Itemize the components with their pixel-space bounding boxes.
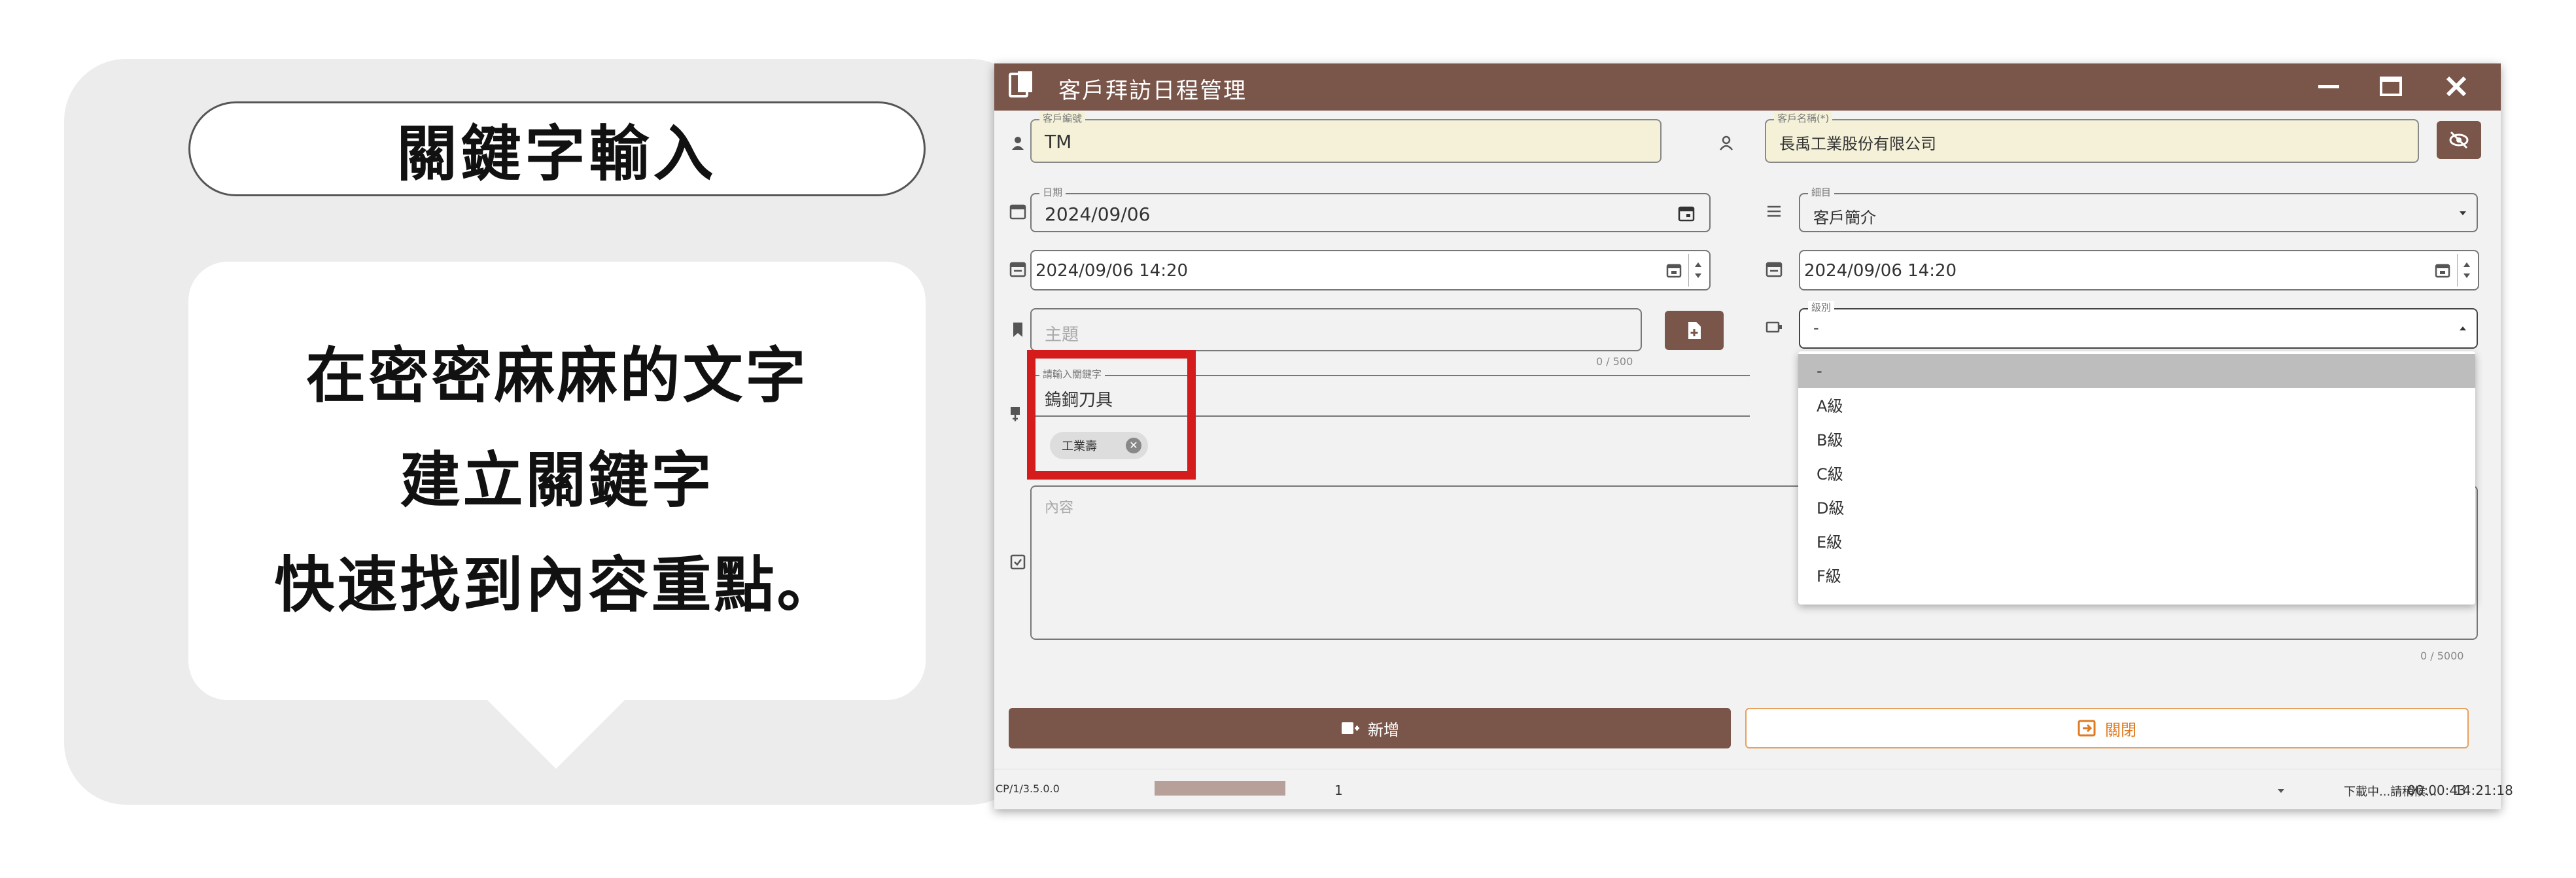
chevron-up-icon xyxy=(2460,326,2466,330)
close-button[interactable]: 關閉 xyxy=(1745,708,2469,748)
dropdown-option[interactable]: F級 xyxy=(1798,559,2475,593)
chevron-down-icon[interactable] xyxy=(2276,788,2286,794)
category-label: 細目 xyxy=(1808,186,1835,199)
maximize-button[interactable] xyxy=(2371,70,2411,103)
customer-code-value: TM xyxy=(1045,131,1072,152)
window-title: 客戶拜訪日程管理 xyxy=(1058,78,1247,104)
add-button[interactable]: 新增 xyxy=(1009,708,1731,748)
subject-template-button[interactable] xyxy=(1665,311,1724,350)
calendar-clock-icon[interactable] xyxy=(2435,263,2452,279)
subject-placeholder: 主題 xyxy=(1045,325,1079,345)
customer-name-label: 客戶名稱(*) xyxy=(1774,112,1833,125)
add-event-icon xyxy=(1342,722,1359,734)
end-datetime-value: 2024/09/06 14:20 xyxy=(1804,261,1957,281)
category-value: 客戶簡介 xyxy=(1813,209,1876,227)
category-select[interactable]: 細目 客戶簡介 xyxy=(1799,186,2478,232)
dropdown-option[interactable]: D級 xyxy=(1798,491,2475,525)
date-value: 2024/09/06 xyxy=(1045,203,1151,225)
calendar-picker-icon[interactable] xyxy=(1678,205,1695,222)
event-end-icon xyxy=(1766,262,1783,277)
end-datetime-field[interactable]: 2024/09/06 14:20 xyxy=(1799,250,2479,290)
list-icon xyxy=(1767,205,1781,217)
promo-title: 關鍵字輸入 xyxy=(188,101,926,196)
page-number: 1 xyxy=(1334,782,1343,798)
date-label: 日期 xyxy=(1039,186,1066,199)
calendar-clock-icon[interactable] xyxy=(1666,263,1683,279)
level-select[interactable]: 級別 - xyxy=(1799,301,2478,349)
close-window-button[interactable] xyxy=(2437,70,2476,103)
customer-code-field[interactable]: 客戶編號 TM xyxy=(1030,112,1662,163)
chevron-down-icon xyxy=(2460,211,2466,215)
event-icon xyxy=(1009,262,1026,277)
datetime-spinner[interactable] xyxy=(2457,254,2475,287)
dropdown-option[interactable]: E級 xyxy=(1798,525,2475,559)
speech-bubble: 在密密麻麻的文字 建立關鍵字 快速找到內容重點。 xyxy=(188,262,926,700)
spinner-arrows-icon xyxy=(2463,262,2470,278)
progress-bar xyxy=(1155,781,1285,796)
minimize-button[interactable] xyxy=(2309,70,2348,103)
start-datetime-value: 2024/09/06 14:20 xyxy=(1036,261,1189,281)
app-window: 客戶拜訪日程管理 客戶編號 TM 客戶名稱(*) 長禹工業股份有限公司 日期 2… xyxy=(994,63,2513,809)
speech-bubble-tail xyxy=(484,697,628,769)
content-placeholder: 內容 xyxy=(1045,500,1074,516)
clipboard-check-icon xyxy=(1010,554,1026,570)
eye-off-icon xyxy=(2449,131,2469,149)
person-icon xyxy=(1012,137,1024,150)
hide-visibility-button[interactable] xyxy=(2437,121,2481,159)
bubble-line-2: 建立關鍵字 xyxy=(400,446,714,516)
dropdown-option[interactable]: C級 xyxy=(1798,457,2475,491)
document-icon xyxy=(1009,71,1032,97)
level-value: - xyxy=(1813,319,1819,337)
bubble-line-1: 在密密麻麻的文字 xyxy=(305,341,809,411)
title-bar: 客戶拜訪日程管理 xyxy=(994,63,2501,111)
minimize-icon xyxy=(2318,85,2339,88)
dropdown-option[interactable]: A級 xyxy=(1798,389,2475,423)
date-field[interactable]: 日期 2024/09/06 xyxy=(1030,186,1711,232)
status-bar: CP/1/3.5.0.0 1 下載中...請稍候... 00:00:43 14:… xyxy=(994,769,2513,809)
level-label: 級別 xyxy=(1808,301,1835,314)
start-datetime-field[interactable]: 2024/09/06 14:20 xyxy=(1030,250,1711,290)
maximize-icon xyxy=(2380,77,2402,96)
version-text: CP/1/3.5.0.0 xyxy=(996,782,1060,795)
clock: 14:21:18 xyxy=(2454,782,2513,798)
close-button-label: 關閉 xyxy=(2105,720,2136,739)
subject-counter: 0 / 500 xyxy=(1596,355,1633,368)
file-add-icon xyxy=(1688,322,1701,339)
bookmark-icon xyxy=(1013,323,1022,337)
bubble-line-3: 快速找到內容重點。 xyxy=(274,550,840,620)
datetime-spinner[interactable] xyxy=(1688,254,1707,287)
customer-name-field[interactable]: 客戶名稱(*) 長禹工業股份有限公司 xyxy=(1765,112,2419,163)
keyword-highlight-box xyxy=(1027,350,1196,480)
dropdown-option[interactable]: B級 xyxy=(1798,423,2475,457)
content-counter: 0 / 5000 xyxy=(2420,650,2464,662)
calendar-icon xyxy=(1009,204,1026,220)
person-outline-icon xyxy=(1720,135,1733,150)
level-dropdown-menu: - A級 B級 C級 D級 E級 F級 xyxy=(1798,351,2475,605)
exit-icon xyxy=(2078,720,2096,737)
spinner-arrows-icon xyxy=(1695,262,1701,278)
customer-code-label: 客戶編號 xyxy=(1039,112,1086,125)
customer-name-value: 長禹工業股份有限公司 xyxy=(1779,135,1936,153)
dropdown-option[interactable]: - xyxy=(1798,354,2475,388)
add-button-label: 新增 xyxy=(1368,720,1399,739)
close-icon xyxy=(2446,76,2467,97)
tag-level-icon xyxy=(1766,321,1782,333)
subject-input[interactable]: 主題 xyxy=(1030,308,1642,351)
keyword-icon xyxy=(1011,407,1020,421)
